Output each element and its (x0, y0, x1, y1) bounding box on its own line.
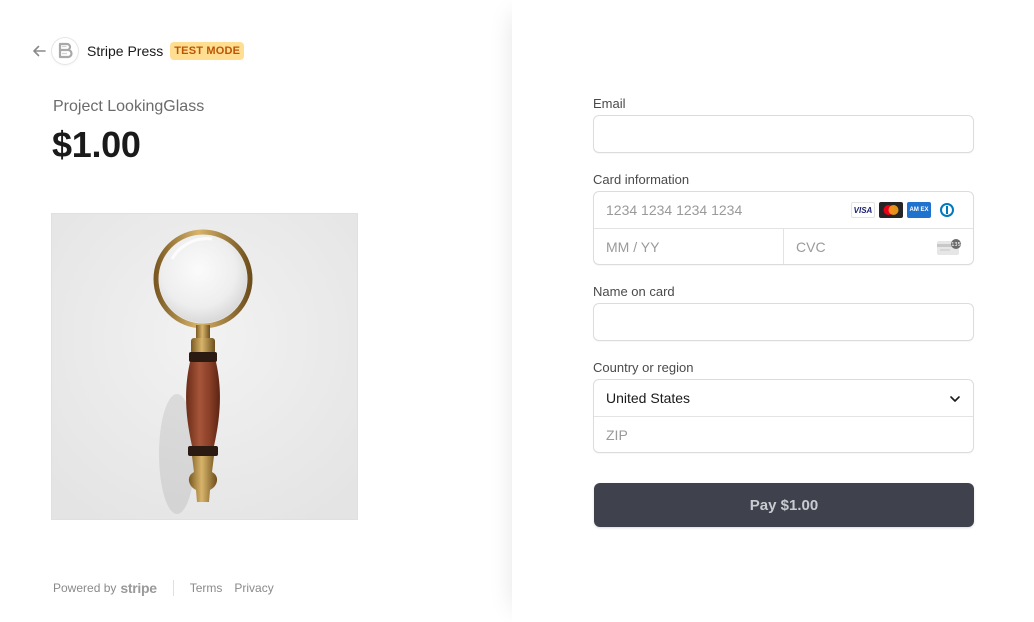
product-price: $1.00 (52, 124, 141, 165)
mastercard-icon (879, 202, 903, 218)
visa-icon: VISA (851, 202, 875, 218)
country-selected-value: United States (606, 390, 691, 406)
amex-logo-text: AM EX (909, 207, 929, 213)
card-number-placeholder: 1234 1234 1234 1234 (606, 202, 743, 218)
visa-logo-text: VISA (853, 205, 873, 215)
footer-divider (172, 580, 174, 596)
magnifying-glass-image (51, 213, 358, 520)
zip-placeholder: ZIP (606, 426, 628, 443)
merchant-name: Stripe Press (87, 43, 164, 59)
amex-icon: AM EX (907, 202, 931, 218)
product-name: Project LookingGlass (53, 98, 205, 115)
payment-form: Email Card information 1234 1234 1234 12… (593, 95, 974, 453)
zip-input[interactable]: ZIP (594, 417, 973, 453)
card-number-row[interactable]: 1234 1234 1234 1234 VISA AM EX (594, 192, 973, 228)
diners-icon (935, 202, 959, 218)
stripe-logo: stripe (120, 580, 157, 596)
expiry-input[interactable]: MM / YY (594, 229, 783, 265)
privacy-link[interactable]: Privacy (234, 581, 273, 595)
cvc-input[interactable]: CVC 135 (783, 228, 973, 264)
merchant-header: Stripe Press TEST MODE (30, 38, 245, 64)
stripe-press-logo (52, 38, 78, 64)
email-field[interactable] (593, 115, 974, 153)
card-information-label: Card information (593, 172, 690, 187)
svg-text:135: 135 (951, 242, 961, 248)
arrow-left-icon[interactable] (30, 42, 48, 60)
card-information-group: 1234 1234 1234 1234 VISA AM EX MM / YY C… (593, 191, 974, 265)
test-mode-badge: TEST MODE (170, 42, 245, 60)
name-on-card-field[interactable] (593, 303, 974, 341)
country-select[interactable]: United States (594, 380, 973, 416)
country-zip-group: United States ZIP (593, 379, 974, 453)
email-label: Email (593, 96, 626, 111)
card-expiry-cvc-row: MM / YY CVC 135 (594, 228, 973, 264)
pay-button[interactable]: Pay $1.00 (594, 483, 974, 527)
terms-link[interactable]: Terms (190, 581, 223, 595)
zip-row: ZIP (594, 416, 973, 452)
order-summary-panel: Stripe Press TEST MODE Project LookingGl… (0, 0, 512, 622)
cvc-card-icon: 135 (937, 238, 961, 258)
country-select-value-cell[interactable]: United States (594, 380, 973, 416)
country-region-label: Country or region (593, 360, 694, 375)
name-on-card-label: Name on card (593, 284, 675, 299)
payment-panel: Email Card information 1234 1234 1234 12… (512, 0, 1034, 622)
powered-by-stripe[interactable]: Powered by stripe (53, 580, 157, 596)
chevron-down-icon (949, 392, 961, 408)
powered-by-text: Powered by (53, 581, 117, 595)
cvc-placeholder: CVC (796, 238, 826, 255)
footer: Powered by stripe Terms Privacy (53, 578, 286, 598)
card-brands: VISA AM EX (851, 202, 959, 218)
expiry-placeholder: MM / YY (606, 238, 660, 255)
